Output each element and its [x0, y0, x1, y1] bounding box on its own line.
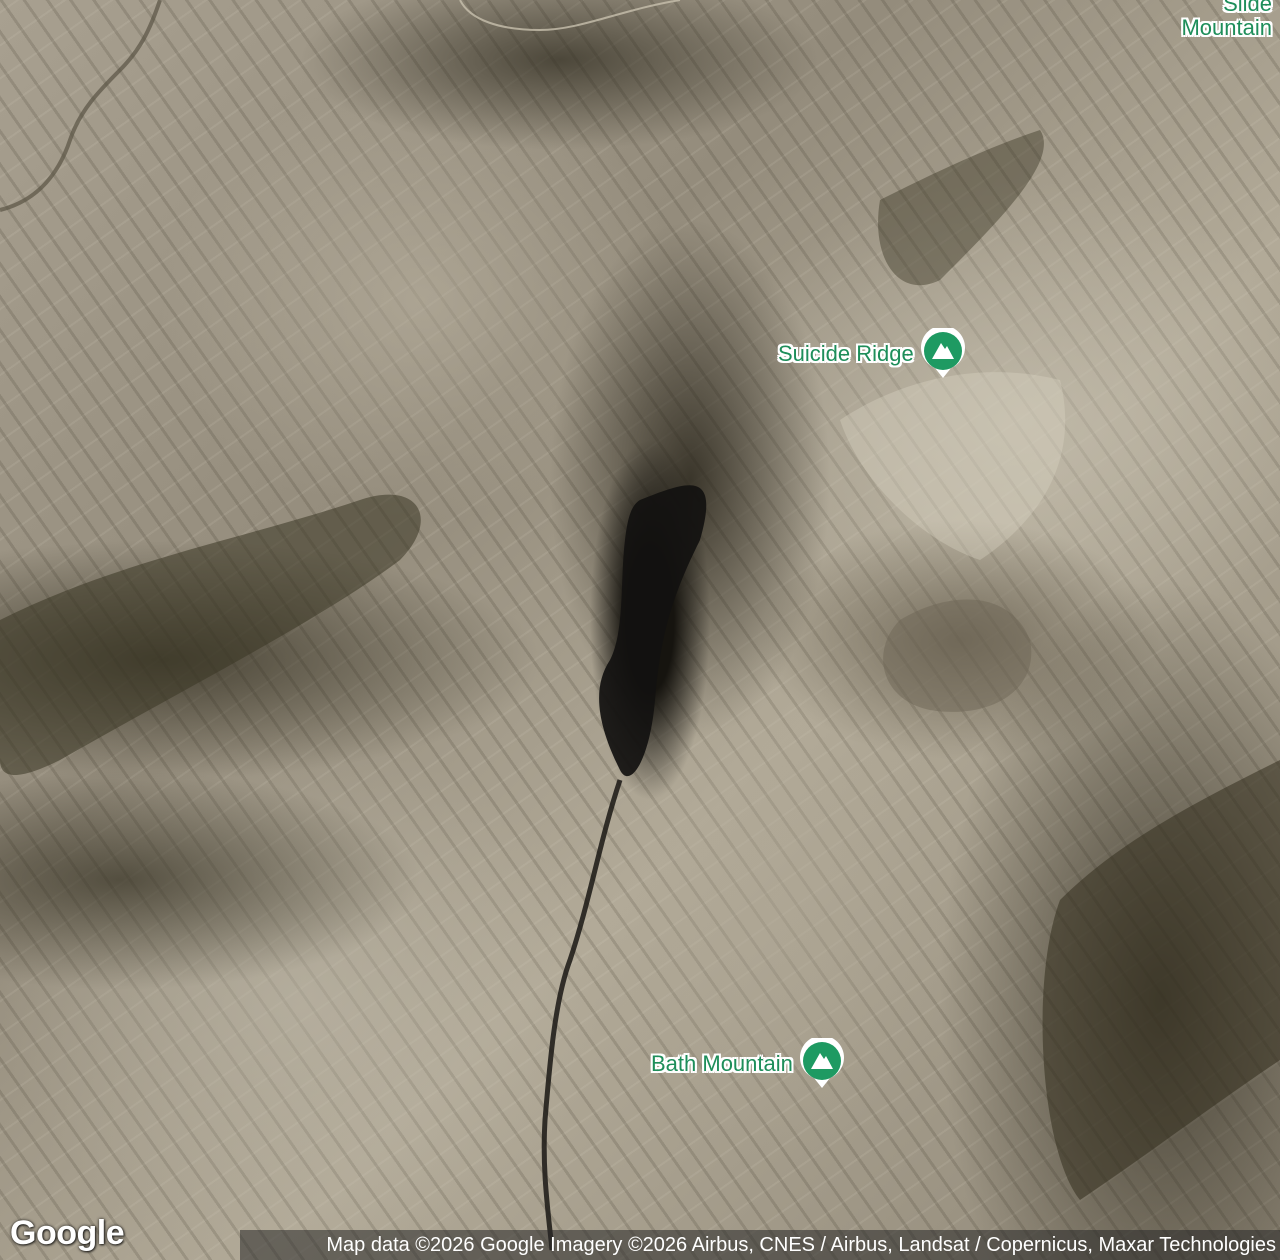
mountain-peak-icon[interactable]: [920, 328, 966, 380]
satellite-map[interactable]: Slide Mountain Suicide Ridge Bath Mounta…: [0, 0, 1280, 1260]
slide-mountain-label-line2: Mountain: [1181, 15, 1272, 40]
place-label: Suicide Ridge: [778, 341, 914, 366]
place-marker-bath-mountain[interactable]: Bath Mountain: [651, 1038, 845, 1090]
trail: [459, 0, 681, 32]
forest-band: [0, 494, 421, 775]
google-logo: Google: [10, 1214, 125, 1252]
creek: [541, 779, 623, 1251]
meadow: [883, 599, 1032, 712]
slide-mountain-label-line1: Slide: [1223, 0, 1272, 16]
attribution-text[interactable]: Map data ©2026 Google Imagery ©2026 Airb…: [326, 1234, 1276, 1257]
terrain-overlay: [0, 0, 1280, 1251]
slide-mountain-label[interactable]: Slide Mountain: [1181, 0, 1272, 40]
stream: [0, 0, 162, 212]
mountain-peak-icon[interactable]: [799, 1038, 845, 1090]
forest-band: [1042, 760, 1280, 1200]
place-marker-suicide-ridge[interactable]: Suicide Ridge: [778, 328, 966, 380]
map-attribution-bar: Map data ©2026 Google Imagery ©2026 Airb…: [240, 1230, 1280, 1260]
forest-band: [878, 130, 1044, 286]
place-label: Bath Mountain: [651, 1051, 793, 1076]
ridge-highlight: [840, 372, 1066, 560]
lake: [599, 485, 707, 777]
